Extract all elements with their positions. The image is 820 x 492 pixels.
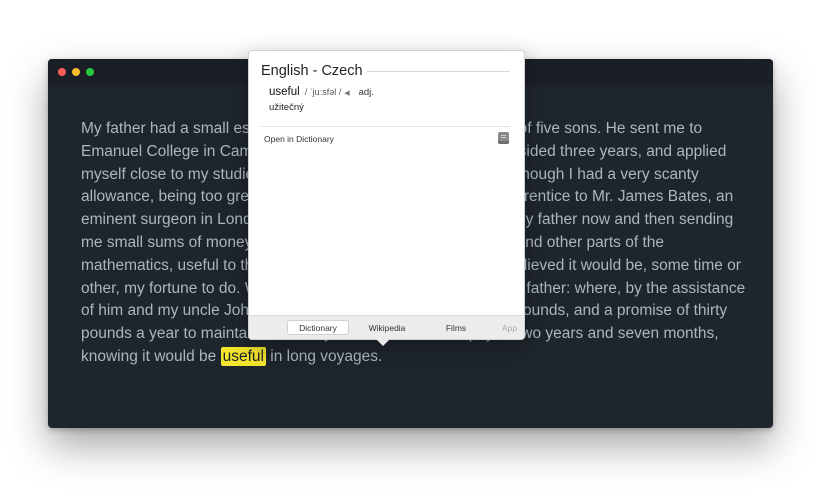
dictionary-popover: English - Czech useful / ˈjuːsfəl / ◀ ad… [248, 50, 525, 340]
speaker-icon[interactable]: ◀ [344, 89, 349, 97]
close-window-button[interactable] [58, 68, 66, 76]
source-tab-bar: Dictionary Wikipedia Films App [249, 315, 524, 339]
entry-translation: užitečný [269, 102, 304, 113]
title-divider [367, 71, 510, 72]
highlighted-word[interactable]: useful [220, 346, 266, 366]
tab-wikipedia[interactable]: Wikipedia [361, 320, 413, 335]
entry-headline: useful / ˈjuːsfəl / ◀ adj. [269, 86, 374, 98]
maximize-window-button[interactable] [86, 68, 94, 76]
entry-word: useful [269, 86, 300, 98]
dictionary-title: English - Czech [261, 63, 363, 79]
passage-text-after: in long voyages. [265, 347, 383, 365]
entry-part-of-speech: adj. [358, 87, 374, 98]
entry-pronunciation: / ˈjuːsfəl / [304, 87, 342, 97]
dictionary-app-icon[interactable] [498, 132, 509, 144]
open-in-dictionary-link[interactable]: Open in Dictionary [264, 134, 334, 144]
minimize-window-button[interactable] [72, 68, 80, 76]
tab-dictionary[interactable]: Dictionary [287, 320, 349, 335]
tab-app[interactable]: App [502, 320, 524, 335]
section-divider [261, 126, 510, 127]
tab-films[interactable]: Films [435, 320, 477, 335]
popover-arrow [376, 339, 390, 346]
